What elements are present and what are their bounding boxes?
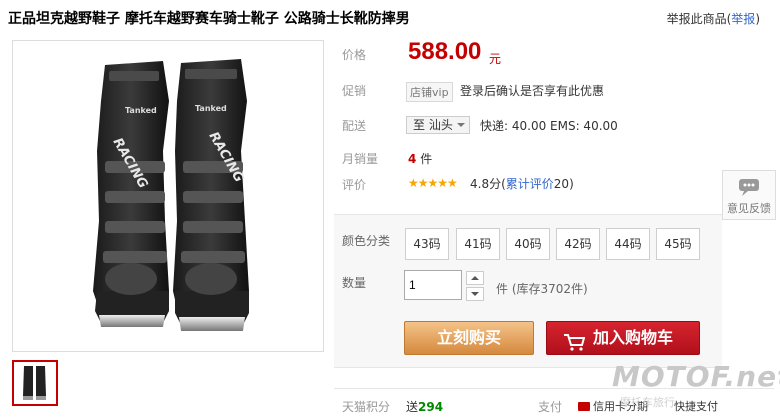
points-label: 天猫积分 [342,400,391,414]
payment-label: 支付 [538,400,563,414]
report-suffix: ) [755,12,760,26]
payment-quick-pay[interactable]: 快捷支付 [674,398,718,414]
buy-now-button[interactable]: 立刻购买 [404,321,534,355]
shipping-destination: 至 汕头 [413,118,453,132]
report-link[interactable]: 举报 [731,12,755,26]
monthly-sales: 4 件 [408,150,432,167]
sales-label: 月销量 [342,152,379,166]
brand-text-right: Tanked [195,104,227,113]
boots-image: Tanked Tanked RACING RACING [93,59,249,331]
size-option-45[interactable]: 45码 [656,228,700,260]
rating-score: 4.8分(累计评价20) [470,175,574,192]
star-rating-icon: ★★★★★ [408,176,458,190]
brand-text-left: Tanked [125,106,157,115]
shipping-destination-select[interactable]: 至 汕头 [406,116,470,134]
quantity-decrease-button[interactable] [466,287,484,301]
add-to-cart-button[interactable]: 加入购物车 [546,321,700,355]
reviews-count: 20 [553,177,570,191]
shipping-label: 配送 [342,119,367,133]
reviews-close-paren: ) [569,177,574,191]
points-value: 送294 [406,398,443,415]
quantity-increase-button[interactable] [466,271,484,285]
points-number: 294 [418,400,444,414]
reviews-link[interactable]: 累计评价 [506,177,554,191]
main-product-image[interactable]: Tanked Tanked RACING RACING [12,40,324,352]
thumbnail-image[interactable] [12,360,58,406]
price-value: 588.00 [408,38,482,65]
size-option-43[interactable]: 43码 [405,228,449,260]
size-option-44[interactable]: 44码 [606,228,650,260]
price-label: 价格 [342,48,367,62]
rating-label: 评价 [342,178,367,192]
add-to-cart-label: 加入购物车 [593,328,674,347]
chevron-down-icon [471,292,479,296]
watermark-logo: MOTOF.net [612,360,780,393]
feedback-icon [739,179,759,196]
watermark-subtitle: 摩托车旅行 [620,396,675,409]
price-unit: 元 [489,52,502,66]
report-prefix: 举报此商品( [666,12,732,26]
vip-badge: 店铺vip [406,82,453,102]
color-category-label: 颜色分类 [342,234,391,248]
thumbnail-boots-icon [23,366,46,400]
sales-unit: 件 [420,152,433,166]
feedback-label: 意见反馈 [727,202,771,215]
shipping-fees: 快递: 40.00 EMS: 40.00 [480,119,618,133]
promotion-label: 促销 [342,84,367,98]
credit-card-icon [578,402,590,411]
stock-text: 件 (库存3702件) [496,282,588,296]
feedback-button[interactable]: 意见反馈 [722,170,776,220]
sales-count: 4 [408,152,417,166]
chevron-up-icon [471,276,479,280]
size-option-41[interactable]: 41码 [456,228,500,260]
quantity-label: 数量 [342,276,367,290]
product-title: 正品坦克越野鞋子 摩托车越野赛车骑士靴子 公路骑士长靴防摔男 [8,11,410,27]
points-prefix: 送 [406,400,419,414]
size-option-40[interactable]: 40码 [506,228,550,260]
rating-value: 4.8分 [470,177,502,191]
promotion-text: 登录后确认是否享有此优惠 [460,84,605,98]
quantity-input[interactable] [404,270,462,300]
chevron-down-icon [457,123,465,127]
cart-icon [563,330,586,362]
report-product: 举报此商品(举报) [667,10,760,27]
size-option-42[interactable]: 42码 [556,228,600,260]
